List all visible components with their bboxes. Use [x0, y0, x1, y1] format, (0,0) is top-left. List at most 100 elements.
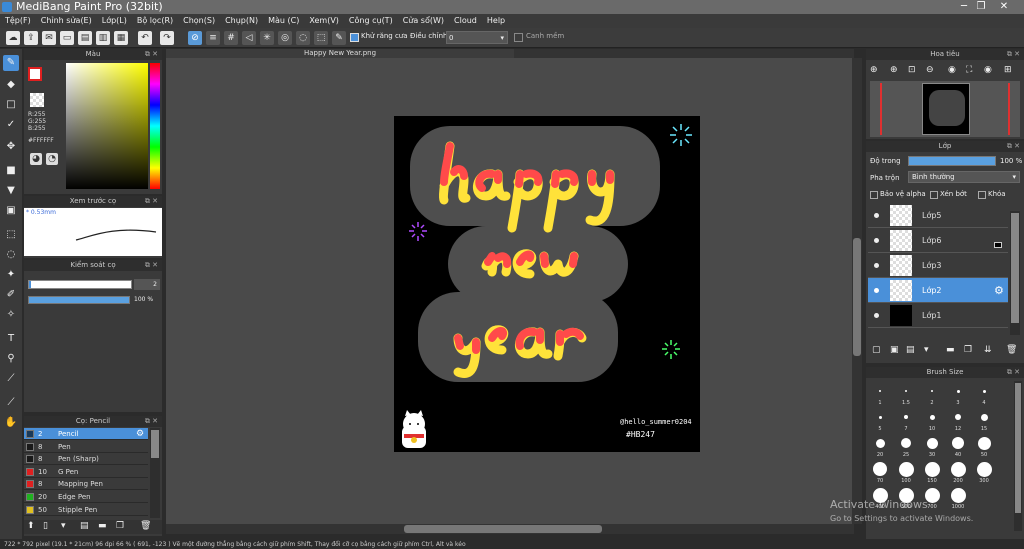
- zoom-in-icon[interactable]: ⊕: [870, 65, 878, 75]
- eyedropper-tool-icon[interactable]: ⟋: [3, 395, 19, 411]
- snap-3d-icon[interactable]: ⬚: [314, 31, 328, 45]
- new-layer-icon[interactable]: ▢: [872, 345, 881, 355]
- eraser-tool-icon[interactable]: ◆: [3, 77, 19, 93]
- brush-size-dot[interactable]: [977, 436, 991, 450]
- brush-size-dot[interactable]: [929, 414, 935, 420]
- brush-opacity-slider[interactable]: [28, 296, 130, 304]
- brush-item[interactable]: 50 Stipple Pen: [24, 504, 148, 516]
- brush-size-slider[interactable]: [28, 280, 132, 289]
- brush-size-dot[interactable]: [931, 390, 933, 392]
- brush-size-dot[interactable]: [905, 390, 907, 392]
- brush-item[interactable]: 2 Pencil ⚙: [24, 428, 148, 440]
- brush-item[interactable]: 8 Pen: [24, 441, 148, 453]
- brush-item[interactable]: 10 G Pen: [24, 466, 148, 478]
- brush-size-dot[interactable]: [878, 415, 882, 419]
- visibility-icon[interactable]: [874, 238, 879, 243]
- brush-size-dot[interactable]: [976, 461, 992, 477]
- grid-icon[interactable]: ▦: [114, 31, 128, 45]
- palette-icon[interactable]: ◕: [30, 153, 42, 165]
- zoom-actual-icon[interactable]: ⊡: [908, 65, 916, 75]
- brush-size-dot[interactable]: [904, 415, 908, 419]
- comment-icon[interactable]: ✉: [42, 31, 56, 45]
- brush-size-value[interactable]: 2: [134, 279, 160, 290]
- fill-rect-tool-icon[interactable]: ■: [3, 163, 19, 179]
- color-square[interactable]: [66, 63, 148, 189]
- add-brush-cloud-icon[interactable]: ⬆: [27, 521, 35, 531]
- fit-window-icon[interactable]: ⛶: [966, 65, 972, 75]
- snap-radial-icon[interactable]: ◁: [242, 31, 256, 45]
- brush-size-dot[interactable]: [950, 461, 966, 477]
- canvas-vertical-scrollbar[interactable]: [852, 58, 862, 524]
- chat-icon[interactable]: ▭: [60, 31, 74, 45]
- divide-tool-icon[interactable]: ⟋: [3, 371, 19, 387]
- zoom-fit-icon[interactable]: ⊕: [890, 65, 898, 75]
- menu-filter[interactable]: Bộ lọc(R): [132, 14, 178, 28]
- text-tool-icon[interactable]: T: [3, 331, 19, 347]
- duplicate-layer-icon[interactable]: ❐: [964, 345, 972, 355]
- snap-off-icon[interactable]: ⊘: [188, 31, 202, 45]
- rotate-left-icon[interactable]: ◉: [948, 65, 956, 75]
- new-8bit-layer-icon[interactable]: ▤: [906, 345, 915, 355]
- snap-circle-icon[interactable]: ◎: [278, 31, 292, 45]
- brush-delete-icon[interactable]: 🗑: [140, 521, 151, 531]
- hue-slider[interactable]: [150, 63, 160, 189]
- brush-size-scrollbar[interactable]: [1014, 381, 1022, 531]
- select-tool-icon[interactable]: ⬚: [3, 227, 19, 243]
- shape-tool-icon[interactable]: □: [3, 97, 19, 113]
- brush-item[interactable]: 8 Pen (Sharp): [24, 453, 148, 466]
- new-halftone-layer-icon[interactable]: ▣: [890, 345, 899, 355]
- brush-menu-icon[interactable]: ▾: [61, 521, 66, 531]
- smooth-checkbox[interactable]: [514, 33, 523, 42]
- gradient-tool-icon[interactable]: ▣: [3, 203, 19, 219]
- adjust-select[interactable]: 0 ▾: [446, 31, 508, 44]
- zoom-out-icon[interactable]: ⊖: [926, 65, 934, 75]
- snap-settings-icon[interactable]: ✎: [332, 31, 346, 45]
- layer-opacity-slider[interactable]: [908, 156, 996, 166]
- brush-duplicate-icon[interactable]: ❐: [116, 521, 124, 531]
- protect-alpha-checkbox[interactable]: [870, 191, 878, 199]
- brush-item[interactable]: 20 Edge Pen: [24, 491, 148, 503]
- menu-file[interactable]: Tệp(F): [0, 14, 36, 28]
- navigator-preview[interactable]: [870, 81, 1020, 137]
- visibility-icon[interactable]: [874, 313, 879, 318]
- brush-size-dot[interactable]: [980, 413, 988, 421]
- clip-checkbox[interactable]: [930, 191, 938, 199]
- lock-checkbox[interactable]: [978, 191, 986, 199]
- merge-layer-icon[interactable]: ⇊: [984, 345, 992, 355]
- hand-tool-icon[interactable]: ✋: [3, 415, 19, 431]
- layer-row[interactable]: Lớp5: [868, 203, 1008, 228]
- menu-view[interactable]: Xem(V): [304, 14, 344, 28]
- brush-size-dot[interactable]: [924, 461, 940, 477]
- transparent-swatch[interactable]: [30, 93, 44, 107]
- brush-item[interactable]: 8 Mapping Pen: [24, 478, 148, 491]
- menu-select[interactable]: Chọn(S): [178, 14, 220, 28]
- snap-burst-icon[interactable]: ✳: [260, 31, 274, 45]
- snap-parallel-icon[interactable]: ≡: [206, 31, 220, 45]
- select-pen-tool-icon[interactable]: ✐: [3, 287, 19, 303]
- layer-list-scrollbar[interactable]: [1010, 211, 1020, 335]
- move-tool-icon[interactable]: ✥: [3, 139, 19, 155]
- layer-folder-icon[interactable]: ▬: [946, 345, 955, 355]
- brush-size-dot[interactable]: [926, 437, 938, 449]
- lasso-tool-icon[interactable]: ◌: [3, 247, 19, 263]
- flip-icon[interactable]: ⊞: [1004, 65, 1012, 75]
- visibility-icon[interactable]: [874, 288, 879, 293]
- menu-color[interactable]: Màu (C): [263, 14, 304, 28]
- brush-size-dot[interactable]: [955, 414, 961, 420]
- brush-size-dot[interactable]: [901, 438, 911, 448]
- brush-size-dot[interactable]: [952, 437, 964, 449]
- bucket-tool-icon[interactable]: ▼: [3, 183, 19, 199]
- brush-size-dot[interactable]: [982, 389, 986, 393]
- canvas-tab[interactable]: Happy New Year.png: [166, 49, 514, 58]
- brush-list-scrollbar[interactable]: [150, 428, 160, 518]
- menu-help[interactable]: Help: [482, 14, 510, 28]
- antialias-checkbox[interactable]: [350, 33, 359, 42]
- page-icon[interactable]: ▥: [96, 31, 110, 45]
- visibility-icon[interactable]: [874, 263, 879, 268]
- add-layer-menu-icon[interactable]: ▾: [924, 345, 929, 355]
- close-icon[interactable]: ✕: [984, 0, 1024, 14]
- brush-tool-icon[interactable]: ✎: [3, 55, 19, 71]
- menu-cloud[interactable]: Cloud: [449, 14, 482, 28]
- brush-size-dot[interactable]: [950, 487, 966, 503]
- canvas-horizontal-scrollbar[interactable]: [166, 524, 854, 534]
